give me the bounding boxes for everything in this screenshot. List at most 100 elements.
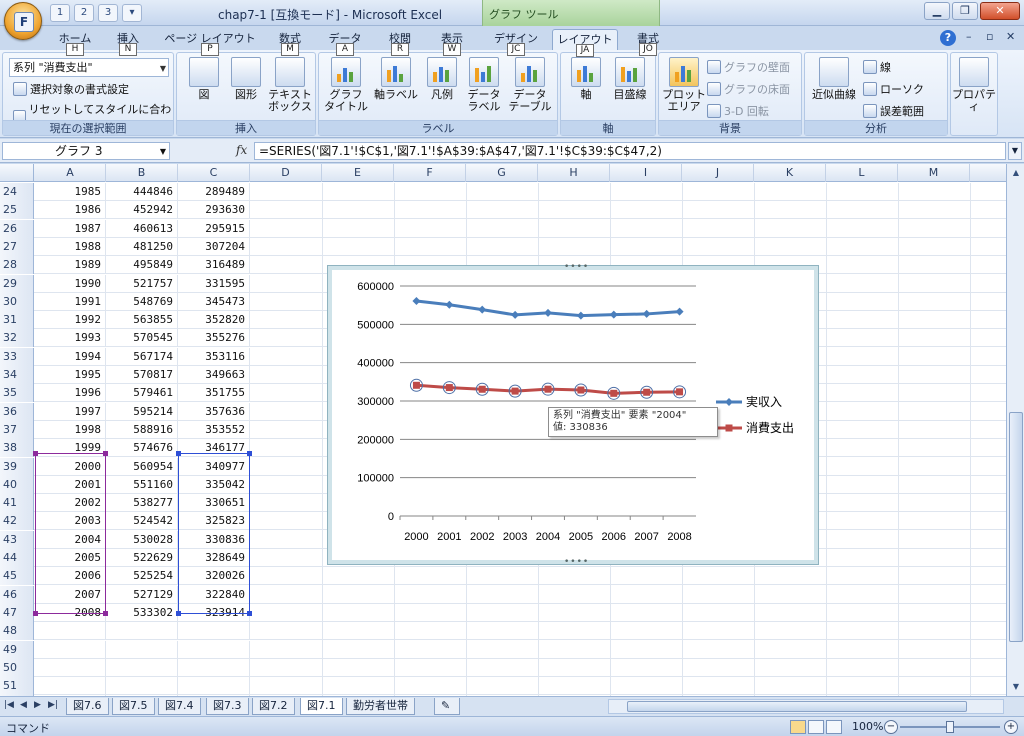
cell-expenditure[interactable]: 331595	[178, 274, 250, 293]
cell-expenditure[interactable]	[178, 677, 250, 696]
data-point-marker[interactable]	[544, 308, 552, 317]
cell-income[interactable]: 563855	[106, 311, 178, 330]
resize-handle-top[interactable]: ••••	[564, 262, 589, 272]
data-point-marker[interactable]	[544, 385, 552, 393]
data-point-marker[interactable]	[412, 296, 421, 305]
data-point-marker[interactable]	[478, 385, 486, 393]
data-point-marker[interactable]	[511, 387, 519, 395]
scroll-down-icon[interactable]: ▼	[1009, 680, 1023, 694]
row-header[interactable]: 38	[0, 439, 34, 458]
vertical-scroll-thumb[interactable]	[1009, 412, 1023, 642]
scroll-up-icon[interactable]: ▲	[1009, 166, 1023, 180]
restore-icon[interactable]: ❐	[952, 2, 978, 20]
error-bars-button[interactable]: 誤差範囲	[863, 103, 924, 119]
data-labels-button[interactable]: データ ラベル	[459, 55, 509, 119]
tab-data[interactable]: データ A	[322, 29, 368, 56]
column-header[interactable]: G	[466, 164, 538, 182]
workbook-minimize-icon[interactable]: –	[966, 30, 972, 43]
updown-bars-button[interactable]: ローソク	[863, 81, 924, 97]
row-header[interactable]: 46	[0, 585, 34, 604]
tab-home[interactable]: ホーム H	[52, 29, 98, 56]
row-header[interactable]: 33	[0, 347, 34, 366]
data-point-marker[interactable]	[609, 310, 618, 319]
cell-income[interactable]: 570545	[106, 329, 178, 348]
horizontal-scrollbar[interactable]	[608, 699, 1004, 714]
help-icon[interactable]: ?	[940, 30, 956, 46]
cell-income[interactable]: 444846	[106, 183, 178, 201]
tab-layout[interactable]: レイアウト JA	[552, 29, 618, 57]
tab-insert[interactable]: 挿入 N	[108, 29, 148, 56]
row-header[interactable]: 39	[0, 457, 34, 476]
tab-formulas[interactable]: 数式 M	[270, 29, 310, 56]
tab-view[interactable]: 表示 W	[432, 29, 472, 56]
chart-floor-button[interactable]: グラフの床面	[707, 81, 790, 97]
lines-button[interactable]: 線	[863, 59, 891, 75]
range-handle[interactable]	[103, 611, 108, 616]
cell-expenditure[interactable]	[178, 622, 250, 641]
textbox-button[interactable]: テキスト ボックス	[265, 55, 315, 119]
column-header[interactable]: I	[610, 164, 682, 182]
tab-review[interactable]: 校閲 R	[380, 29, 420, 56]
cell-income[interactable]: 560954	[106, 457, 178, 476]
qat-undo-button[interactable]: 2	[74, 4, 94, 22]
row-header[interactable]: 51	[0, 677, 34, 696]
qat-save-button[interactable]: 1	[50, 4, 70, 22]
data-point-marker[interactable]	[412, 381, 420, 389]
cell-year[interactable]: 1994	[35, 347, 106, 366]
cell-year[interactable]	[35, 640, 106, 659]
cell-income[interactable]: 495849	[106, 256, 178, 275]
cell-income[interactable]: 595214	[106, 402, 178, 421]
cell-income[interactable]: 579461	[106, 384, 178, 403]
column-header[interactable]: E	[322, 164, 394, 182]
column-header[interactable]: J	[682, 164, 754, 182]
row-header[interactable]: 43	[0, 530, 34, 549]
first-sheet-icon[interactable]: |◀	[4, 700, 14, 710]
page-layout-view-icon[interactable]	[808, 720, 824, 734]
row-header[interactable]: 27	[0, 237, 34, 256]
column-header[interactable]: B	[106, 164, 178, 182]
row-header[interactable]: 25	[0, 201, 34, 220]
select-all-corner[interactable]	[0, 164, 34, 182]
row-header[interactable]: 30	[0, 292, 34, 311]
row-header[interactable]: 40	[0, 475, 34, 494]
cell-year[interactable]: 1996	[35, 384, 106, 403]
cell-income[interactable]: 521757	[106, 274, 178, 293]
sheet-tab[interactable]: 図7.5	[112, 698, 155, 715]
minimize-icon[interactable]: ▁	[924, 2, 950, 20]
expand-formula-icon[interactable]: ▼	[1008, 142, 1022, 160]
row-header[interactable]: 29	[0, 274, 34, 293]
workbook-close-icon[interactable]: ✕	[1006, 30, 1015, 43]
cell-expenditure[interactable]: 345473	[178, 292, 250, 311]
cell-year[interactable]: 1986	[35, 201, 106, 220]
close-icon[interactable]: ✕	[980, 2, 1020, 20]
range-handle[interactable]	[176, 611, 181, 616]
cell-year[interactable]: 1990	[35, 274, 106, 293]
cell-expenditure[interactable]: 293630	[178, 201, 250, 220]
cell-year[interactable]: 1987	[35, 219, 106, 238]
sheet-tab[interactable]: 勤労者世帯	[346, 698, 415, 715]
qat-customize-chevron-icon[interactable]: ▾	[122, 4, 142, 22]
cell-expenditure[interactable]: 353552	[178, 420, 250, 439]
column-header[interactable]: L	[826, 164, 898, 182]
column-header[interactable]: D	[250, 164, 322, 182]
cell-year[interactable]: 1989	[35, 256, 106, 275]
range-handle[interactable]	[176, 451, 181, 456]
resize-handle-bottom[interactable]: ••••	[564, 557, 589, 567]
row-header[interactable]: 26	[0, 219, 34, 238]
cell-year[interactable]: 1997	[35, 402, 106, 421]
data-point-marker[interactable]	[576, 311, 585, 320]
zoom-in-icon[interactable]: +	[1004, 720, 1018, 734]
row-header[interactable]: 37	[0, 420, 34, 439]
cell-income[interactable]	[106, 658, 178, 677]
sheet-tab-active[interactable]: 図7.1	[300, 698, 343, 715]
tab-format[interactable]: 書式 JO	[628, 29, 668, 56]
row-header[interactable]: 50	[0, 658, 34, 677]
cell-income[interactable]: 588916	[106, 420, 178, 439]
cell-income[interactable]: 530028	[106, 530, 178, 549]
column-header[interactable]: C	[178, 164, 250, 182]
sheet-tab[interactable]: 図7.3	[206, 698, 249, 715]
cell-expenditure[interactable]	[178, 640, 250, 659]
row-header[interactable]: 44	[0, 549, 34, 567]
plot-area-button[interactable]: プロット エリア	[659, 55, 709, 119]
cell-expenditure[interactable]	[178, 658, 250, 677]
